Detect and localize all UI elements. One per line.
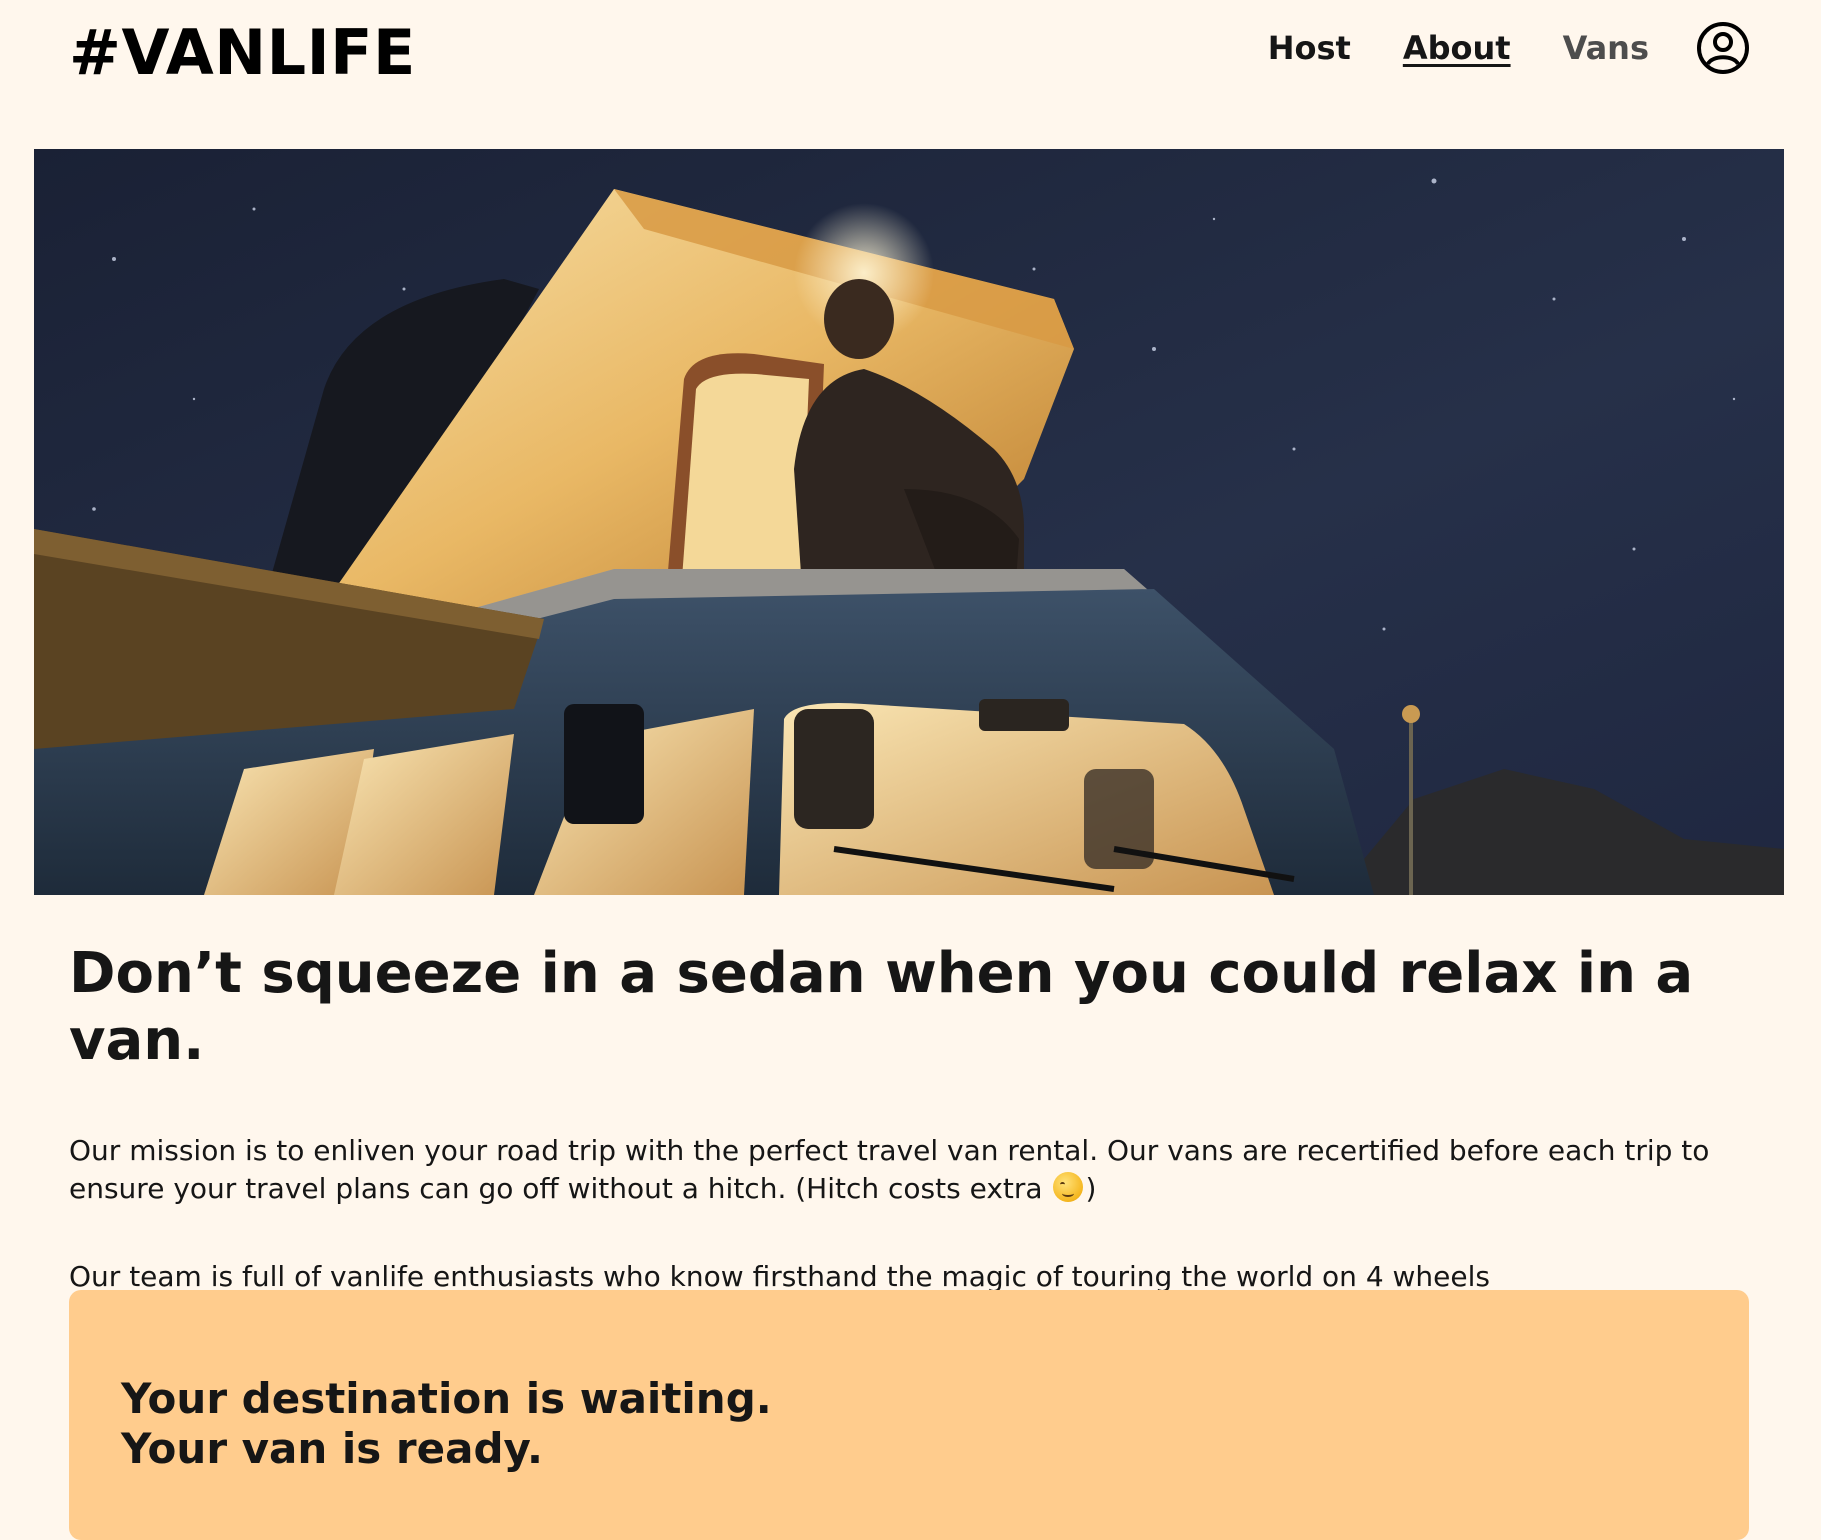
site-logo[interactable]: #VANLIFE xyxy=(69,16,416,89)
nav-link-about[interactable]: About xyxy=(1403,29,1511,67)
mission-paragraph: Our mission is to enliven your road trip… xyxy=(69,1132,1749,1208)
winking-face-icon xyxy=(1053,1172,1084,1203)
hero-image xyxy=(34,149,1784,895)
mission-close: ) xyxy=(1085,1172,1097,1206)
nav-link-host[interactable]: Host xyxy=(1268,29,1351,67)
cta-banner: Your destination is waiting. Your van is… xyxy=(69,1290,1749,1540)
mission-text: Our mission is to enliven your road trip… xyxy=(69,1134,1710,1206)
site-header: #VANLIFE Host About Vans xyxy=(0,0,1821,149)
van-night-photo xyxy=(34,149,1784,895)
page-headline: Don’t squeeze in a sedan when you could … xyxy=(69,941,1694,1074)
cta-line-1: Your destination is waiting. xyxy=(121,1374,772,1423)
user-circle-icon[interactable] xyxy=(1695,20,1751,76)
about-content: Don’t squeeze in a sedan when you could … xyxy=(69,940,1749,1296)
nav-link-vans[interactable]: Vans xyxy=(1563,29,1649,67)
cta-line-2: Your van is ready. xyxy=(121,1424,543,1473)
main-nav: Host About Vans xyxy=(1268,20,1751,76)
